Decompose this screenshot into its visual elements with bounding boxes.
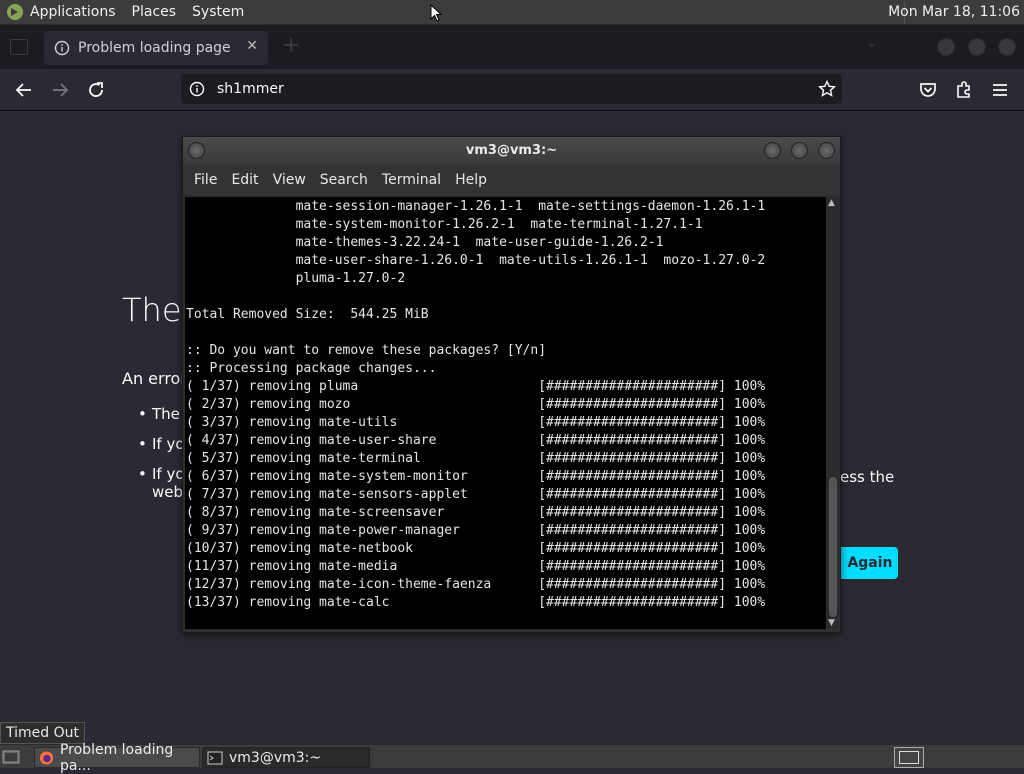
- pocket-icon[interactable]: [916, 78, 940, 102]
- top-panel: Applications Places System Mon Mar 18, 1…: [0, 0, 1024, 25]
- firefox-icon: [39, 750, 54, 765]
- terminal-text: mate-session-manager-1.26.1-1 mate-setti…: [186, 199, 766, 610]
- menu-search[interactable]: Search: [320, 172, 368, 188]
- url-bar[interactable]: sh1mmer: [181, 74, 842, 104]
- minimize-window-button[interactable]: [937, 38, 955, 56]
- tab-problem-loading[interactable]: Problem loading page ✕: [44, 31, 268, 65]
- page-intro: An error: [122, 369, 187, 388]
- scroll-up-icon[interactable]: ▲: [828, 198, 835, 208]
- bottom-panel: Problem loading pa... vm3@vm3:~: [0, 742, 1024, 774]
- menu-help[interactable]: Help: [455, 172, 487, 188]
- terminal-output[interactable]: mate-session-manager-1.26.1-1 mate-setti…: [185, 197, 826, 629]
- places-menu[interactable]: Places: [132, 4, 177, 20]
- taskbar-item-firefox[interactable]: Problem loading pa...: [34, 742, 200, 774]
- list-tabs-icon[interactable]: ⌄: [866, 35, 878, 51]
- list-item-continued: web: [152, 483, 184, 501]
- taskbar-label: vm3@vm3:~: [229, 749, 322, 766]
- forward-arrow-icon[interactable]: [48, 78, 72, 102]
- scrollbar-thumb[interactable]: [829, 477, 837, 617]
- hamburger-menu-icon[interactable]: [988, 78, 1012, 102]
- bookmark-star-icon[interactable]: [818, 80, 836, 98]
- menu-terminal[interactable]: Terminal: [382, 172, 441, 188]
- system-menu[interactable]: System: [192, 4, 244, 20]
- url-text[interactable]: sh1mmer: [217, 81, 284, 97]
- minimize-button[interactable]: [764, 142, 781, 159]
- menu-edit[interactable]: Edit: [231, 172, 258, 188]
- tab-overview-icon[interactable]: [10, 39, 28, 55]
- close-tab-icon[interactable]: ✕: [246, 38, 258, 54]
- page-title: The: [122, 291, 182, 329]
- terminal-titlebar[interactable]: vm3@vm3:~: [183, 137, 840, 165]
- maximize-window-button[interactable]: [968, 38, 986, 56]
- extensions-icon[interactable]: [952, 78, 976, 102]
- page-text-fragment: ess the: [840, 468, 895, 486]
- tab-strip: Problem loading page ✕ + ⌄: [0, 25, 1024, 69]
- show-desktop-icon[interactable]: [2, 748, 20, 766]
- workspace-switcher[interactable]: [894, 747, 924, 768]
- taskbar-label: Problem loading pa...: [59, 741, 174, 774]
- close-window-button[interactable]: [998, 38, 1016, 56]
- applications-menu[interactable]: Applications: [30, 4, 116, 20]
- menu-file[interactable]: File: [194, 172, 217, 188]
- taskbar-item-terminal[interactable]: vm3@vm3:~: [202, 747, 370, 768]
- reload-icon[interactable]: [84, 78, 108, 102]
- close-button[interactable]: [818, 142, 835, 159]
- terminal-window[interactable]: vm3@vm3:~ File Edit View Search Terminal…: [182, 136, 841, 633]
- workspace-1[interactable]: [899, 751, 919, 764]
- navigation-toolbar: sh1mmer: [0, 69, 1024, 111]
- scroll-down-icon[interactable]: ▼: [828, 618, 835, 628]
- tab-title: Problem loading page: [78, 40, 231, 56]
- terminal-title: vm3@vm3:~: [465, 143, 558, 158]
- info-icon: [54, 40, 70, 56]
- terminal-icon: [207, 751, 223, 764]
- clock[interactable]: Mon Mar 18, 11:06: [888, 4, 1020, 20]
- terminal-menubar: File Edit View Search Terminal Help: [183, 165, 840, 195]
- mate-logo-icon[interactable]: [6, 3, 24, 21]
- mouse-cursor-icon: [430, 4, 442, 22]
- back-arrow-icon[interactable]: [12, 78, 36, 102]
- new-tab-icon[interactable]: +: [282, 33, 300, 58]
- menu-view[interactable]: View: [273, 172, 306, 188]
- maximize-button[interactable]: [791, 142, 808, 159]
- site-info-icon[interactable]: [189, 81, 205, 97]
- terminal-scrollbar[interactable]: ▲ ▼: [827, 197, 839, 629]
